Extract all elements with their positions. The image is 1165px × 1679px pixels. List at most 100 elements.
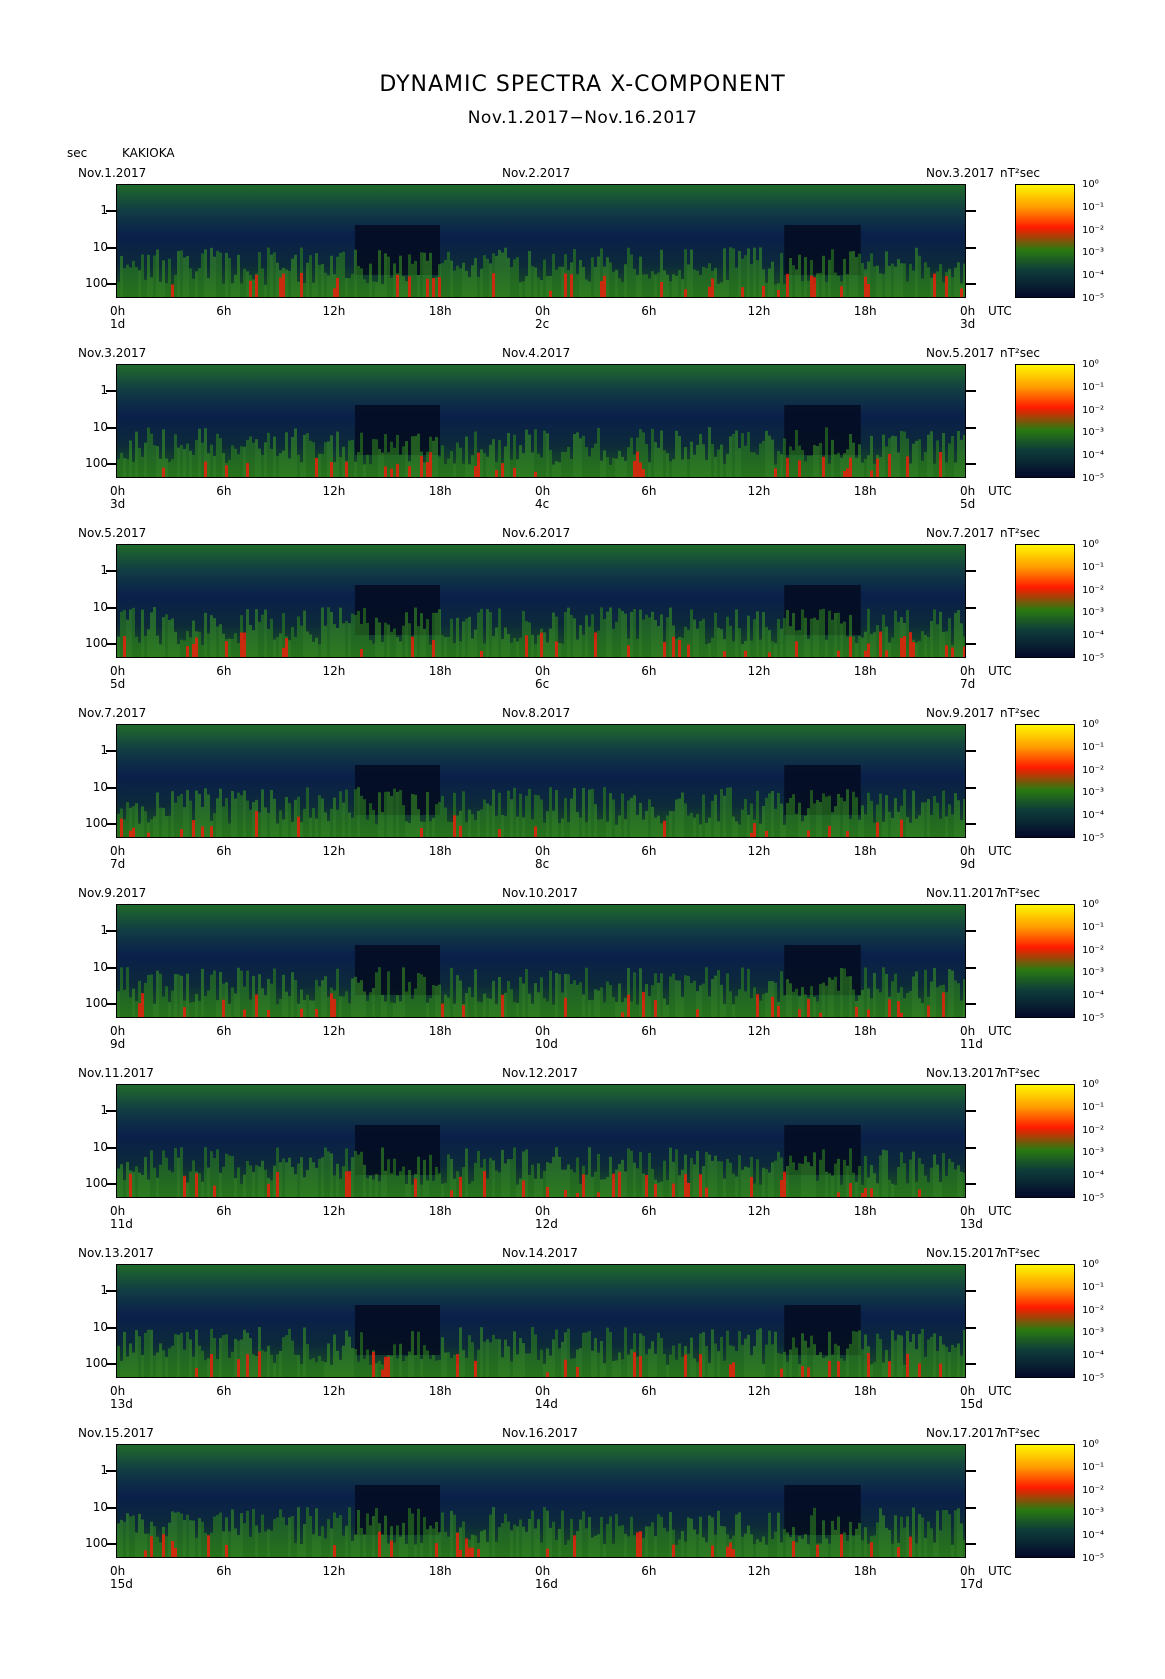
y-tick-mark — [966, 823, 976, 825]
colorbar — [1015, 1264, 1075, 1378]
colorbar-tick-label: 10⁻⁴ — [1082, 270, 1105, 282]
spectrogram-image — [117, 545, 965, 657]
colorbar-tick-label: 10⁰ — [1082, 1259, 1099, 1270]
panel-end-date: Nov.3.2017 — [926, 166, 995, 180]
x-tick-label: 0h — [535, 1564, 551, 1578]
x-tick-label: 12h — [747, 1204, 771, 1218]
colorbar-tick-label: 10⁻³ — [1082, 247, 1105, 259]
y-tick-label: 1 — [100, 923, 108, 937]
x-unit-label: UTC — [988, 484, 1012, 498]
y-tick-mark — [106, 247, 116, 249]
x-tick-label: 18h — [853, 484, 877, 498]
day-label-left: 1d — [110, 317, 126, 331]
x-tick-label: 12h — [322, 1564, 346, 1578]
colorbar-tick-label: 10⁻¹ — [1082, 1461, 1105, 1473]
x-unit-label: UTC — [988, 1564, 1012, 1578]
spectrogram — [116, 544, 966, 658]
x-tick-label: 18h — [853, 1024, 877, 1038]
panel-start-date: Nov.15.2017 — [78, 1426, 154, 1440]
spectrogram — [116, 184, 966, 298]
y-tick-mark — [106, 1110, 116, 1112]
colorbar-tick-label: 10⁻⁴ — [1082, 450, 1105, 462]
y-tick-label: 1 — [100, 383, 108, 397]
y-tick-label: 100 — [85, 1536, 108, 1550]
panel-start-date: Nov.5.2017 — [78, 526, 147, 540]
x-tick-label: 12h — [747, 1384, 771, 1398]
colorbar-tick-label: 10⁻³ — [1082, 1327, 1105, 1339]
x-tick-label: 12h — [747, 1564, 771, 1578]
colorbar-tick-label: 10⁰ — [1082, 539, 1099, 550]
colorbar-tick-label: 10⁻² — [1082, 1304, 1105, 1316]
spectrogram-image — [117, 905, 965, 1017]
x-unit-label: UTC — [988, 1384, 1012, 1398]
x-tick-label: 12h — [322, 844, 346, 858]
y-tick-mark — [966, 1147, 976, 1149]
y-tick-mark — [966, 967, 976, 969]
y-tick-label: 10 — [92, 600, 108, 614]
colorbar — [1015, 1444, 1075, 1558]
x-tick-label: 12h — [322, 1384, 346, 1398]
colorbar-tick-label: 10⁻² — [1082, 764, 1105, 776]
day-label-right: 11d — [960, 1037, 983, 1051]
station-label: KAKIOKA — [122, 146, 175, 160]
panel-start-date: Nov.3.2017 — [78, 346, 147, 360]
y-tick-label: 100 — [85, 636, 108, 650]
colorbar — [1015, 1084, 1075, 1198]
x-tick-label: 6h — [641, 1204, 657, 1218]
y-tick-mark — [966, 1290, 976, 1292]
x-tick-label: 0h — [110, 1204, 126, 1218]
x-tick-label: 0h — [960, 1564, 976, 1578]
colorbar-tick-label: 10⁻¹ — [1082, 561, 1105, 573]
colorbar-tick-label: 10⁻³ — [1082, 967, 1105, 979]
spectra-panel: Nov.11.2017 Nov.12.2017 Nov.13.2017 nT²sec 1… — [0, 1060, 1165, 1240]
x-tick-label: 0h — [960, 1024, 976, 1038]
x-tick-label: 18h — [853, 304, 877, 318]
colorbar-tick-label: 10⁻⁵ — [1082, 473, 1105, 484]
y-tick-label: 10 — [92, 1140, 108, 1154]
y-tick-label: 10 — [92, 1320, 108, 1334]
spectrogram-image — [117, 365, 965, 477]
y-tick-mark — [966, 1327, 976, 1329]
y-tick-label: 10 — [92, 960, 108, 974]
panel-mid-date: Nov.12.2017 — [502, 1066, 578, 1080]
colorbar-tick-label: 10⁻¹ — [1082, 1101, 1105, 1113]
y-tick-mark — [106, 930, 116, 932]
colorbar-unit: nT²sec — [1000, 886, 1040, 900]
colorbar-tick-label: 10⁻² — [1082, 944, 1105, 956]
y-tick-label: 1 — [100, 1463, 108, 1477]
colorbar-tick-label: 10⁻⁵ — [1082, 293, 1105, 304]
y-tick-label: 100 — [85, 456, 108, 470]
x-tick-label: 0h — [110, 1564, 126, 1578]
y-tick-label: 1 — [100, 203, 108, 217]
y-tick-label: 10 — [92, 420, 108, 434]
x-tick-label: 0h — [535, 1204, 551, 1218]
colorbar-tick-label: 10⁻¹ — [1082, 921, 1105, 933]
x-tick-label: 6h — [216, 484, 232, 498]
y-tick-mark — [966, 1543, 976, 1545]
colorbar-tick-label: 10⁻¹ — [1082, 201, 1105, 213]
colorbar-unit: nT²sec — [1000, 1066, 1040, 1080]
spectrogram — [116, 364, 966, 478]
x-tick-label: 0h — [960, 304, 976, 318]
spectrogram — [116, 1084, 966, 1198]
colorbar-tick-label: 10⁻¹ — [1082, 1281, 1105, 1293]
y-tick-mark — [106, 283, 116, 285]
y-tick-mark — [106, 643, 116, 645]
x-tick-label: 18h — [428, 484, 452, 498]
panel-end-date: Nov.11.2017 — [926, 886, 1002, 900]
y-tick-label: 100 — [85, 1356, 108, 1370]
x-tick-label: 18h — [853, 1204, 877, 1218]
colorbar-tick-label: 10⁻⁵ — [1082, 1193, 1105, 1204]
x-tick-label: 18h — [853, 844, 877, 858]
x-tick-label: 0h — [960, 844, 976, 858]
y-tick-mark — [966, 570, 976, 572]
spectrogram — [116, 1264, 966, 1378]
x-tick-label: 0h — [110, 664, 126, 678]
y-tick-mark — [106, 390, 116, 392]
colorbar-tick-label: 10⁰ — [1082, 719, 1099, 730]
spectrogram — [116, 1444, 966, 1558]
colorbar-tick-label: 10⁻⁵ — [1082, 833, 1105, 844]
x-tick-label: 12h — [747, 1024, 771, 1038]
y-tick-mark — [106, 1327, 116, 1329]
y-tick-mark — [106, 1543, 116, 1545]
